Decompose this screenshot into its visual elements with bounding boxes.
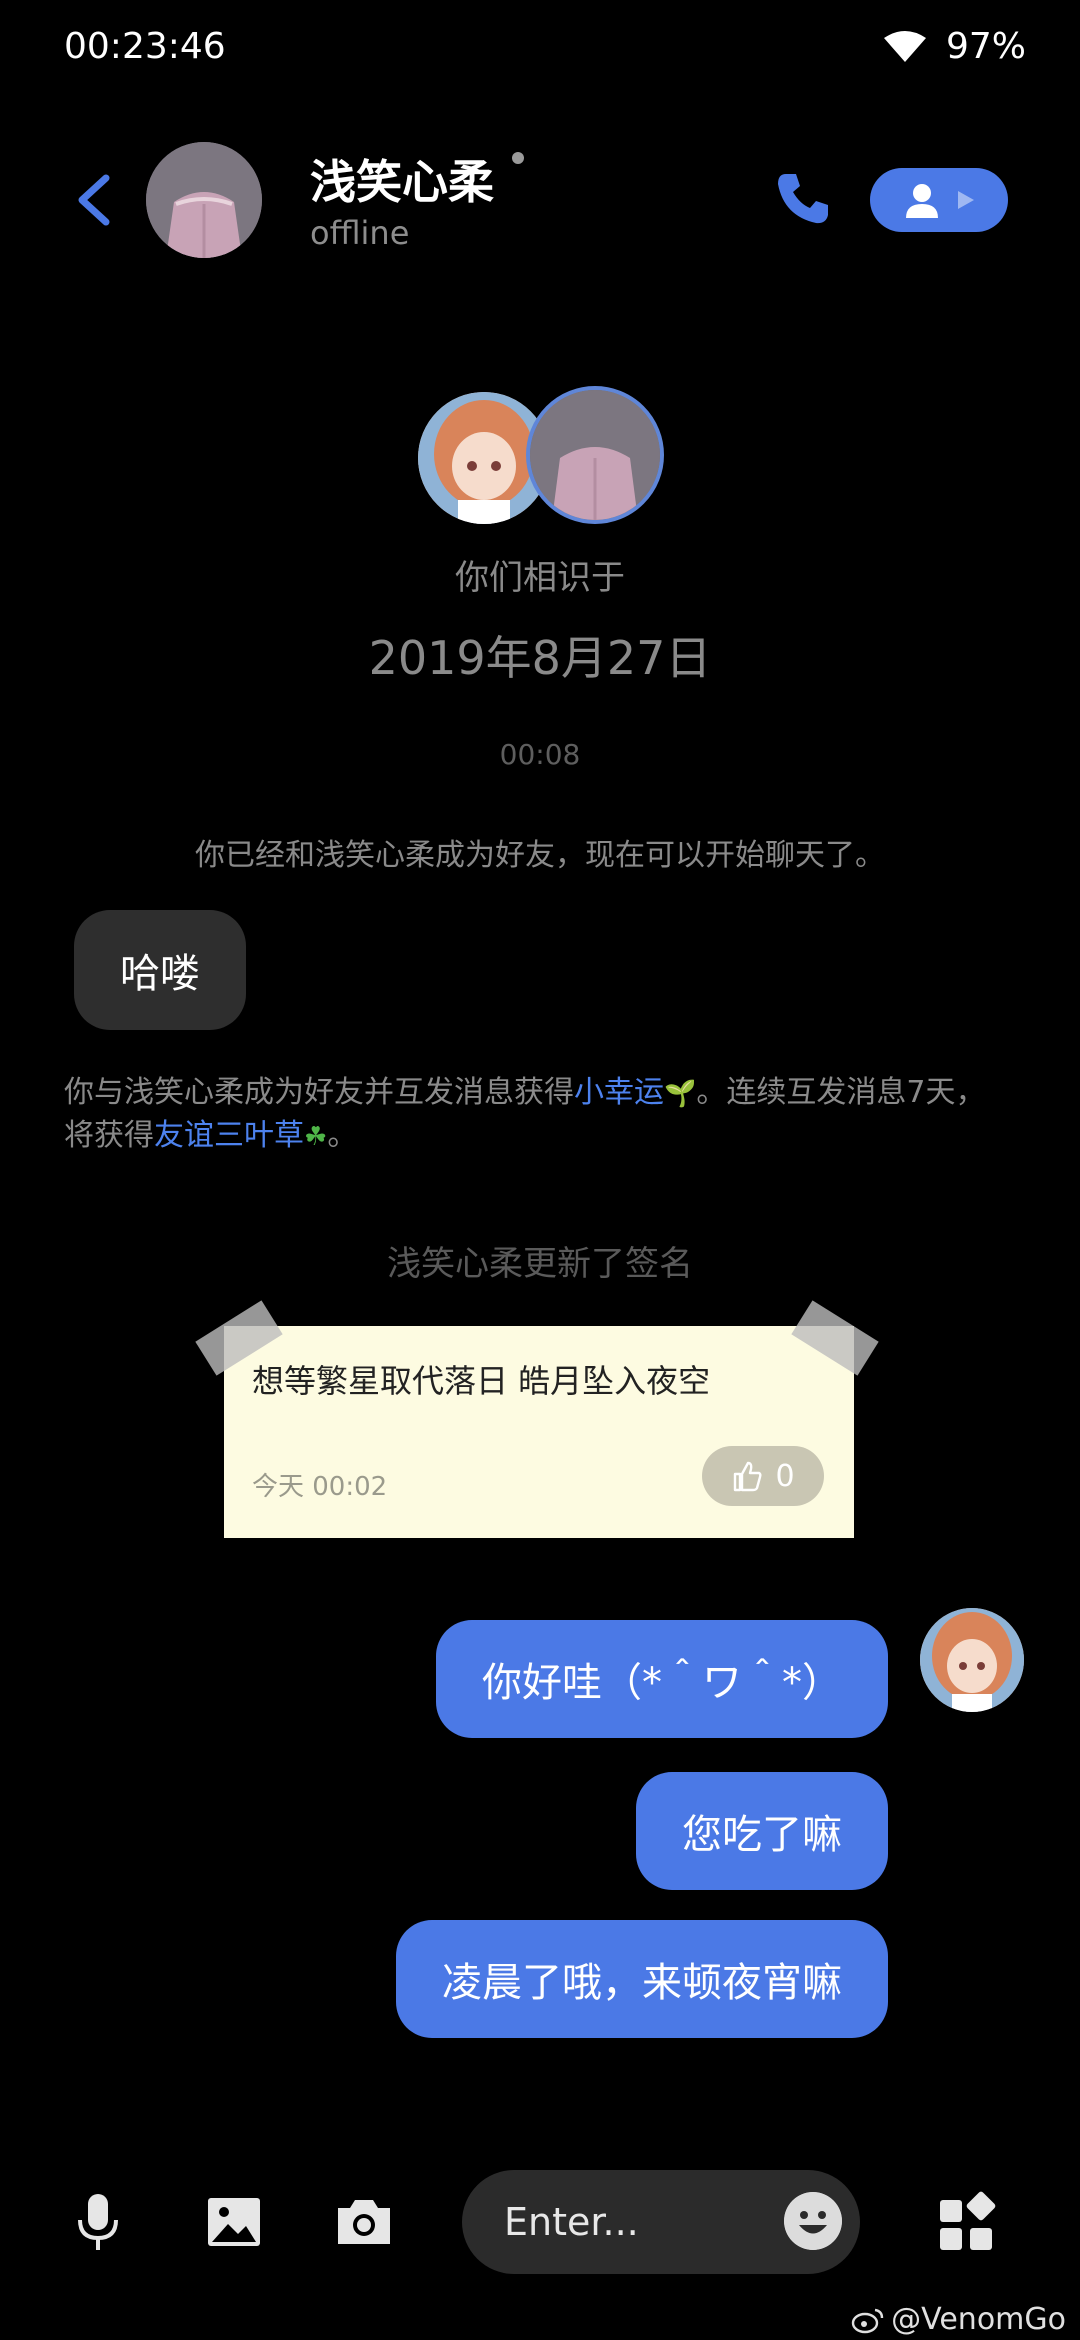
outgoing-message-bubble[interactable]: 您吃了嘛 xyxy=(636,1772,888,1890)
clover-icon: ☘ xyxy=(304,1122,328,1152)
contact-name: 浅笑心柔 xyxy=(310,155,494,209)
meet-label: 你们相识于 xyxy=(455,558,625,598)
wifi-icon xyxy=(883,30,926,62)
message-input-placeholder: Enter... xyxy=(504,2200,639,2244)
meet-date: 2019年8月27日 xyxy=(368,631,712,685)
image-icon[interactable] xyxy=(202,2190,266,2254)
signature-time: 今天 00:02 xyxy=(252,1472,388,1502)
play-icon xyxy=(958,191,974,209)
outgoing-message-bubble[interactable]: 你好哇（*＾ワ＾*） xyxy=(436,1620,888,1738)
contact-avatar-small xyxy=(526,386,664,524)
weibo-icon xyxy=(851,2308,884,2333)
lucky-link[interactable]: 小幸运 xyxy=(574,1075,664,1110)
luck-text-1: 你与浅笑心柔成为好友并互发消息获得 xyxy=(64,1075,574,1110)
like-count: 0 xyxy=(775,1458,795,1494)
signature-update-notice: 浅笑心柔更新了签名 xyxy=(387,1244,693,1284)
signature-text: 想等繁星取代落日 皓月坠入夜空 xyxy=(252,1362,711,1400)
time-separator: 00:08 xyxy=(499,738,581,771)
back-arrow-icon[interactable] xyxy=(70,170,114,230)
more-apps-icon[interactable] xyxy=(934,2190,998,2254)
microphone-icon[interactable] xyxy=(66,2190,130,2254)
status-indicators: 97% xyxy=(882,26,1026,67)
thumbs-up-icon xyxy=(734,1461,762,1492)
status-time: 00:23:46 xyxy=(64,26,226,67)
sprout-icon: 🌱 xyxy=(664,1079,697,1109)
presence-status: offline xyxy=(310,214,410,252)
luck-text-3: 。 xyxy=(327,1118,358,1153)
contact-avatar[interactable] xyxy=(146,142,262,258)
friend-notice: 你已经和浅笑心柔成为好友，现在可以开始聊天了。 xyxy=(195,838,885,873)
presence-dot xyxy=(512,152,524,164)
camera-icon[interactable] xyxy=(332,2190,396,2254)
watermark-text: @VenomGo xyxy=(891,2302,1066,2337)
emoji-icon[interactable] xyxy=(784,2192,842,2250)
video-call-button[interactable] xyxy=(870,168,1008,232)
incoming-message-bubble[interactable]: 哈喽 xyxy=(74,910,246,1030)
person-icon xyxy=(906,184,938,218)
phone-icon[interactable] xyxy=(772,168,832,228)
outgoing-message-bubble[interactable]: 凌晨了哦，来顿夜宵嘛 xyxy=(396,1920,888,2038)
like-button[interactable]: 0 xyxy=(702,1446,824,1506)
clover-link[interactable]: 友谊三叶草 xyxy=(154,1118,304,1153)
watermark: @VenomGo xyxy=(851,2302,1066,2337)
battery-level: 97% xyxy=(945,26,1026,67)
my-avatar[interactable] xyxy=(920,1608,1024,1712)
luck-notice: 你与浅笑心柔成为好友并互发消息获得小幸运🌱。连续互发消息7天，将获得友谊三叶草☘… xyxy=(64,1072,994,1158)
